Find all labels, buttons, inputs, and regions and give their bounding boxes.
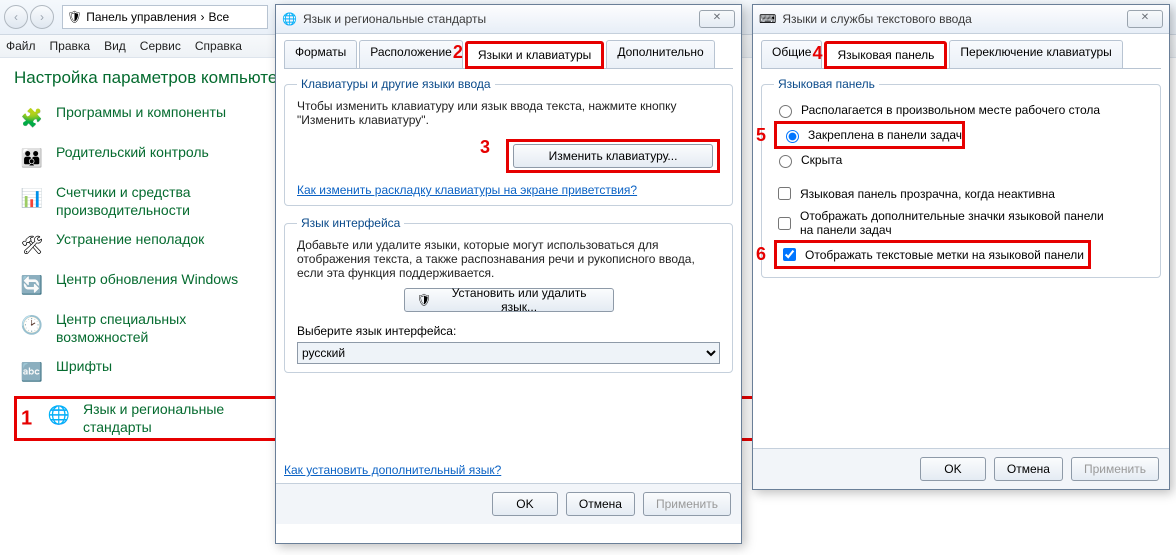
check-extra-icons[interactable]: Отображать дополнительные значки языково… xyxy=(774,206,1148,240)
radio-input[interactable] xyxy=(786,130,799,143)
keyboards-group: Клавиатуры и другие языки ввода Чтобы из… xyxy=(284,77,733,206)
font-icon: 🔤 xyxy=(18,358,46,386)
nav-forward-button[interactable]: › xyxy=(30,5,54,29)
cancel-button[interactable]: Отмена xyxy=(994,457,1063,481)
checkbox-input[interactable] xyxy=(778,217,791,230)
globe-icon: 🌐 xyxy=(282,12,297,26)
group-description: Добавьте или удалите языки, которые могу… xyxy=(297,238,720,280)
chart-icon: 📊 xyxy=(18,184,46,212)
callout-number: 4 xyxy=(812,43,822,64)
apply-button[interactable]: Применить xyxy=(643,492,731,516)
dialog-title: Языки и службы текстового ввода xyxy=(782,12,971,26)
keyboard-icon: ⌨ xyxy=(759,12,776,26)
update-icon: 🔄 xyxy=(18,271,46,299)
tab-switch-keyboard[interactable]: Переключение клавиатуры xyxy=(949,40,1122,68)
group-legend: Язык интерфейса xyxy=(297,216,404,230)
ok-button[interactable]: OK xyxy=(492,492,558,516)
check-label: Отображать текстовые метки на языковой п… xyxy=(805,248,1084,262)
cp-item-label: Язык и региональные стандарты xyxy=(83,401,273,436)
group-legend: Клавиатуры и другие языки ввода xyxy=(297,77,495,91)
change-keyboard-button[interactable]: Изменить клавиатуру... xyxy=(513,144,713,168)
radio-label: Скрыта xyxy=(801,153,842,167)
cp-item-label: Центр специальных возможностей xyxy=(56,311,246,346)
address-bar[interactable]: 🛡 Панель управления › Все xyxy=(62,5,268,29)
breadcrumb[interactable]: Все xyxy=(208,10,229,24)
ok-button[interactable]: OK xyxy=(920,457,986,481)
install-uninstall-lang-button[interactable]: 🛡 Установить или удалить язык... xyxy=(404,288,614,312)
dialog-footer: OK Отмена Применить xyxy=(753,448,1169,489)
check-text-labels[interactable]: Отображать текстовые метки на языковой п… xyxy=(774,240,1091,269)
check-transparent[interactable]: Языковая панель прозрачна, когда неактив… xyxy=(774,181,1148,206)
programs-icon: 🧩 xyxy=(18,104,46,132)
callout-number: 1 xyxy=(21,407,32,430)
chevron-right-icon: › xyxy=(200,10,204,24)
cp-item-label: Центр обновления Windows xyxy=(56,271,238,289)
display-language-group: Язык интерфейса Добавьте или удалите язы… xyxy=(284,216,733,373)
dialog-titlebar[interactable]: 🌐 Язык и региональные стандарты ✕ xyxy=(276,5,741,34)
menu-edit[interactable]: Правка xyxy=(50,39,91,53)
apply-button[interactable]: Применить xyxy=(1071,457,1159,481)
cp-item-label: Шрифты xyxy=(56,358,112,376)
shield-icon: 🛡 xyxy=(417,293,432,307)
tab-languages-keyboards[interactable]: Языки и клавиатуры xyxy=(465,41,604,69)
callout-number: 2 xyxy=(453,42,463,63)
group-description: Чтобы изменить клавиатуру или язык ввода… xyxy=(297,99,720,127)
checkbox-input[interactable] xyxy=(778,187,791,200)
menu-tools[interactable]: Сервис xyxy=(140,39,181,53)
tab-language-bar[interactable]: Языковая панель xyxy=(824,41,947,69)
check-label: Отображать дополнительные значки языково… xyxy=(800,209,1110,237)
dialog-titlebar[interactable]: ⌨ Языки и службы текстового ввода ✕ xyxy=(753,5,1169,34)
cp-item-label: Счетчики и средства производительности xyxy=(56,184,246,219)
callout-number: 3 xyxy=(480,137,490,158)
radio-floating[interactable]: Располагается в произвольном месте рабоч… xyxy=(774,99,1148,121)
close-button[interactable]: ✕ xyxy=(1127,10,1163,28)
radio-input[interactable] xyxy=(779,155,792,168)
radio-label: Закреплена в панели задач xyxy=(808,128,962,142)
cp-item-label: Устранение неполадок xyxy=(56,231,204,249)
check-label: Языковая панель прозрачна, когда неактив… xyxy=(800,187,1055,201)
welcome-layout-link[interactable]: Как изменить раскладку клавиатуры на экр… xyxy=(297,183,637,197)
people-icon: 👪 xyxy=(18,144,46,172)
region-language-dialog: 🌐 Язык и региональные стандарты ✕ Формат… xyxy=(275,4,742,544)
radio-label: Располагается в произвольном месте рабоч… xyxy=(801,103,1100,117)
tab-advanced[interactable]: Дополнительно xyxy=(606,40,714,68)
group-legend: Языковая панель xyxy=(774,77,879,91)
checkbox-input[interactable] xyxy=(783,248,796,261)
text-services-dialog: ⌨ Языки и службы текстового ввода ✕ Общи… xyxy=(752,4,1170,490)
tabstrip: Форматы Расположение 2 Языки и клавиатур… xyxy=(284,40,733,69)
language-bar-group: Языковая панель Располагается в произвол… xyxy=(761,77,1161,278)
callout-number: 5 xyxy=(756,125,766,146)
shield-icon: 🛡 xyxy=(67,10,82,24)
callout-number: 6 xyxy=(756,244,766,265)
radio-input[interactable] xyxy=(779,105,792,118)
cp-item-label: Родительский контроль xyxy=(56,144,209,162)
nav-back-button[interactable]: ‹ xyxy=(4,5,28,29)
tabstrip: Общие 4 Языковая панель Переключение кла… xyxy=(761,40,1161,69)
menu-view[interactable]: Вид xyxy=(104,39,126,53)
tab-formats[interactable]: Форматы xyxy=(284,40,357,68)
tools-icon: 🛠 xyxy=(18,231,46,259)
cp-item-label: Программы и компоненты xyxy=(56,104,226,122)
dialog-footer: OK Отмена Применить xyxy=(276,483,741,524)
breadcrumb[interactable]: Панель управления xyxy=(86,10,196,24)
clock-icon: 🕑 xyxy=(18,311,46,339)
tab-location[interactable]: Расположение xyxy=(359,40,463,68)
menu-help[interactable]: Справка xyxy=(195,39,242,53)
radio-hidden[interactable]: Скрыта xyxy=(774,149,1148,171)
globe-icon: 🌐 xyxy=(45,401,73,429)
close-button[interactable]: ✕ xyxy=(699,10,735,28)
button-label: Установить или удалить язык... xyxy=(438,286,601,314)
interface-language-select[interactable]: русский xyxy=(297,342,720,364)
radio-docked[interactable]: Закреплена в панели задач xyxy=(774,121,965,149)
dialog-title: Язык и региональные стандарты xyxy=(303,12,486,26)
cancel-button[interactable]: Отмена xyxy=(566,492,635,516)
select-language-label: Выберите язык интерфейса: xyxy=(297,324,720,338)
install-extra-lang-link[interactable]: Как установить дополнительный язык? xyxy=(284,463,501,477)
menu-file[interactable]: Файл xyxy=(6,39,36,53)
